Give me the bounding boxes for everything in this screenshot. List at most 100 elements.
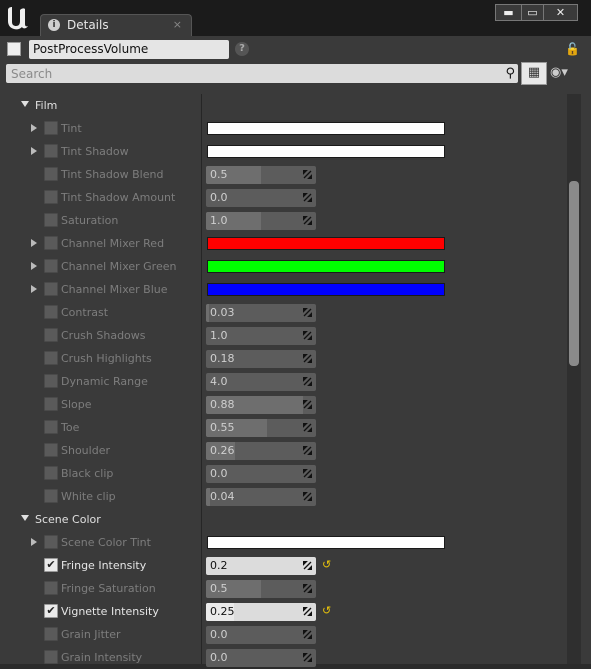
override-checkbox[interactable] [44,236,58,250]
property-matrix-button[interactable]: ▦ [521,62,547,85]
scrollbar-track[interactable] [567,94,581,664]
search-placeholder: Search [11,67,53,81]
drag-handle-icon[interactable] [303,216,312,225]
collapse-arrow-icon[interactable] [21,515,29,521]
tab-close-icon[interactable]: × [173,18,182,31]
value-text: 0.88 [210,398,235,411]
property-row: Saturation 1.0 [0,209,567,232]
override-checkbox[interactable] [44,190,58,204]
color-swatch[interactable] [207,536,445,549]
override-checkbox[interactable] [44,489,58,503]
property-row: Scene Color Tint [0,531,567,554]
actor-name-field[interactable]: PostProcessVolume [29,40,229,59]
override-checkbox[interactable] [44,167,58,181]
drag-handle-icon[interactable] [303,630,312,639]
search-icon[interactable]: ⚲ [505,66,515,81]
numeric-slider-field[interactable]: 0.18 [206,350,316,368]
property-label: Fringe Saturation [61,582,156,595]
drag-handle-icon[interactable] [303,331,312,340]
help-icon[interactable]: ? [235,42,249,56]
override-checkbox[interactable] [44,535,58,549]
color-swatch[interactable] [207,260,445,273]
drag-handle-icon[interactable] [303,584,312,593]
override-checkbox[interactable] [44,144,58,158]
override-checkbox[interactable] [44,213,58,227]
numeric-slider-field[interactable]: 4.0 [206,373,316,391]
numeric-slider-field[interactable]: 1.0 [206,212,316,230]
drag-handle-icon[interactable] [303,170,312,179]
category-header[interactable]: Scene Color [0,508,567,531]
color-swatch[interactable] [207,145,445,158]
expand-arrow-icon[interactable] [31,538,37,546]
reset-to-default-icon[interactable]: ↺ [322,604,331,617]
drag-handle-icon[interactable] [303,561,312,570]
override-checkbox[interactable] [44,420,58,434]
drag-handle-icon[interactable] [303,377,312,386]
override-checkbox[interactable]: ✔ [44,604,58,618]
color-swatch[interactable] [207,283,445,296]
numeric-slider-field[interactable]: 0.04 [206,488,316,506]
numeric-slider-field[interactable]: 0.0 [206,189,316,207]
numeric-slider-field[interactable]: 0.26 [206,442,316,460]
property-row: Shoulder 0.26 [0,439,567,462]
override-checkbox[interactable] [44,259,58,273]
drag-handle-icon[interactable] [303,354,312,363]
expand-arrow-icon[interactable] [31,285,37,293]
numeric-slider-field[interactable]: 0.2 [206,557,316,575]
numeric-slider-field[interactable]: 0.0 [206,626,316,644]
numeric-slider-field[interactable]: 0.03 [206,304,316,322]
numeric-slider-field[interactable]: 0.0 [206,465,316,483]
drag-handle-icon[interactable] [303,308,312,317]
expand-arrow-icon[interactable] [31,239,37,247]
override-checkbox[interactable] [44,650,58,664]
drag-handle-icon[interactable] [303,469,312,478]
override-checkbox[interactable] [44,627,58,641]
category-header[interactable]: Film [0,94,567,117]
drag-handle-icon[interactable] [303,446,312,455]
expand-arrow-icon[interactable] [31,147,37,155]
search-input[interactable]: Search ⚲ [6,64,518,83]
value-text: 0.18 [210,352,235,365]
color-swatch[interactable] [207,122,445,135]
override-checkbox[interactable] [44,581,58,595]
collapse-arrow-icon[interactable] [21,101,29,107]
override-checkbox[interactable] [44,328,58,342]
drag-handle-icon[interactable] [303,492,312,501]
drag-handle-icon[interactable] [303,423,312,432]
numeric-slider-field[interactable]: 1.0 [206,327,316,345]
eye-icon[interactable]: ◉▾ [550,65,568,80]
close-window-button[interactable]: ✕ [543,4,578,21]
category-label: Film [35,99,58,112]
expand-arrow-icon[interactable] [31,262,37,270]
scrollbar-thumb[interactable] [569,181,579,366]
numeric-slider-field[interactable]: 0.25 [206,603,316,621]
drag-handle-icon[interactable] [303,400,312,409]
minimize-button[interactable]: ▬ [495,4,522,21]
numeric-slider-field[interactable]: 0.0 [206,649,316,667]
property-row: Channel Mixer Red [0,232,567,255]
override-checkbox[interactable] [44,121,58,135]
numeric-slider-field[interactable]: 0.55 [206,419,316,437]
maximize-button[interactable]: ▭ [521,4,544,21]
property-row: Slope 0.88 [0,393,567,416]
override-checkbox[interactable] [44,397,58,411]
drag-handle-icon[interactable] [303,653,312,662]
override-checkbox[interactable] [44,305,58,319]
override-checkbox[interactable] [44,443,58,457]
lock-icon[interactable]: 🔓 [565,42,580,56]
override-checkbox[interactable] [44,466,58,480]
numeric-slider-field[interactable]: 0.5 [206,580,316,598]
tab-details[interactable]: i Details × [40,14,192,36]
expand-arrow-icon[interactable] [31,124,37,132]
override-checkbox[interactable] [44,351,58,365]
numeric-slider-field[interactable]: 0.88 [206,396,316,414]
drag-handle-icon[interactable] [303,193,312,202]
numeric-slider-field[interactable]: 0.5 [206,166,316,184]
override-checkbox[interactable] [44,282,58,296]
override-checkbox[interactable] [44,374,58,388]
value-text: 0.5 [210,168,228,181]
override-checkbox[interactable]: ✔ [44,558,58,572]
drag-handle-icon[interactable] [303,607,312,616]
color-swatch[interactable] [207,237,445,250]
reset-to-default-icon[interactable]: ↺ [322,558,331,571]
